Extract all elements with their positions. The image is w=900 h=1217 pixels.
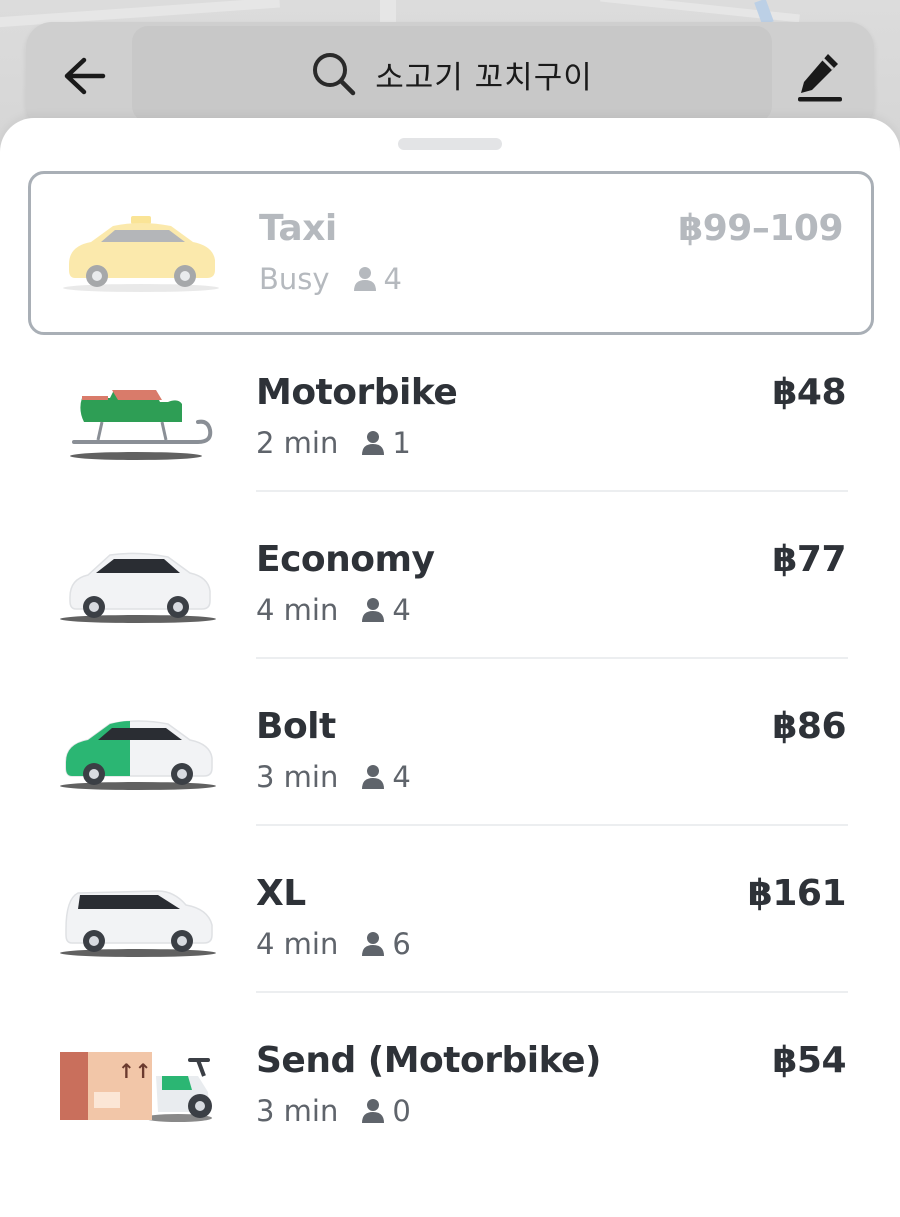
ride-name: XL	[256, 873, 306, 914]
destination-search-field[interactable]: 소고기 꼬치구이	[132, 26, 772, 122]
ride-capacity: 0	[362, 1094, 411, 1128]
ride-capacity-value: 4	[392, 593, 411, 627]
ride-meta: 3 min 4	[256, 760, 411, 794]
person-icon	[353, 267, 376, 291]
parcel-scooter-icon: ↑↑	[60, 1052, 212, 1122]
ride-option-bolt[interactable]: Bolt 3 min 4 ฿86	[28, 672, 874, 836]
ride-capacity-value: 4	[392, 760, 411, 794]
ride-name: Bolt	[256, 706, 336, 747]
ride-name: Taxi	[259, 208, 337, 249]
white-car-icon	[60, 552, 216, 623]
ride-eta: 3 min	[256, 760, 339, 794]
ride-price: ฿161	[747, 873, 847, 914]
person-icon	[362, 598, 385, 622]
ride-eta: 4 min	[256, 593, 339, 627]
pencil-icon	[798, 54, 842, 102]
ride-price: ฿54	[772, 1040, 846, 1081]
ride-meta: Busy 4	[259, 262, 402, 296]
person-icon	[362, 765, 385, 789]
sheet-drag-handle[interactable]	[398, 138, 502, 150]
ride-capacity-value: 0	[392, 1094, 411, 1128]
ride-capacity: 4	[362, 593, 411, 627]
edit-route-button[interactable]	[792, 46, 848, 106]
ride-capacity-value: 6	[392, 927, 411, 961]
svg-text:↑↑: ↑↑	[118, 1059, 152, 1083]
ride-options-sheet: Taxi Busy 4 ฿99–109 Motorbike 2 min 1 ฿4…	[0, 118, 900, 1217]
ride-option-xl[interactable]: XL 4 min 6 ฿161	[28, 839, 874, 1003]
row-divider	[256, 991, 848, 993]
ride-option-economy[interactable]: Economy 4 min 4 ฿77	[28, 505, 874, 669]
ride-price: ฿86	[772, 706, 846, 747]
ride-eta: Busy	[259, 262, 330, 296]
back-button[interactable]	[56, 48, 112, 104]
row-divider	[256, 824, 848, 826]
ride-name: Motorbike	[256, 372, 458, 413]
search-query: 소고기 꼬치구이	[375, 59, 593, 96]
ride-price: ฿77	[772, 539, 846, 580]
sleigh-icon	[70, 390, 213, 460]
ride-eta: 4 min	[256, 927, 339, 961]
white-van-icon	[60, 890, 216, 957]
ride-option-send-motorbike[interactable]: ↑↑ Send (Motorbike) 3 min 0 ฿54	[28, 1006, 874, 1170]
ride-eta: 2 min	[256, 426, 339, 460]
row-divider	[256, 657, 848, 659]
arrow-left-icon	[64, 57, 106, 95]
person-icon	[362, 932, 385, 956]
ride-meta: 4 min 6	[256, 927, 411, 961]
ride-capacity-value: 4	[383, 262, 402, 296]
ride-capacity: 6	[362, 927, 411, 961]
search-bar: 소고기 꼬치구이	[26, 22, 874, 130]
ride-capacity: 1	[362, 426, 411, 460]
ride-option-motorbike[interactable]: Motorbike 2 min 1 ฿48	[28, 338, 874, 502]
ride-capacity-value: 1	[392, 426, 411, 460]
person-icon	[362, 431, 385, 455]
search-icon	[313, 53, 356, 96]
taxi-car-icon	[63, 216, 219, 292]
green-white-car-icon	[60, 720, 216, 790]
ride-meta: 3 min 0	[256, 1094, 411, 1128]
row-divider	[256, 490, 848, 492]
ride-price: ฿99–109	[678, 208, 843, 249]
ride-meta: 4 min 4	[256, 593, 411, 627]
ride-capacity: 4	[362, 760, 411, 794]
ride-eta: 3 min	[256, 1094, 339, 1128]
ride-name: Economy	[256, 539, 435, 580]
ride-price: ฿48	[772, 372, 846, 413]
person-icon	[362, 1099, 385, 1123]
ride-option-taxi[interactable]: Taxi Busy 4 ฿99–109	[28, 171, 874, 335]
ride-meta: 2 min 1	[256, 426, 411, 460]
ride-capacity: 4	[353, 262, 402, 296]
ride-name: Send (Motorbike)	[256, 1040, 601, 1081]
